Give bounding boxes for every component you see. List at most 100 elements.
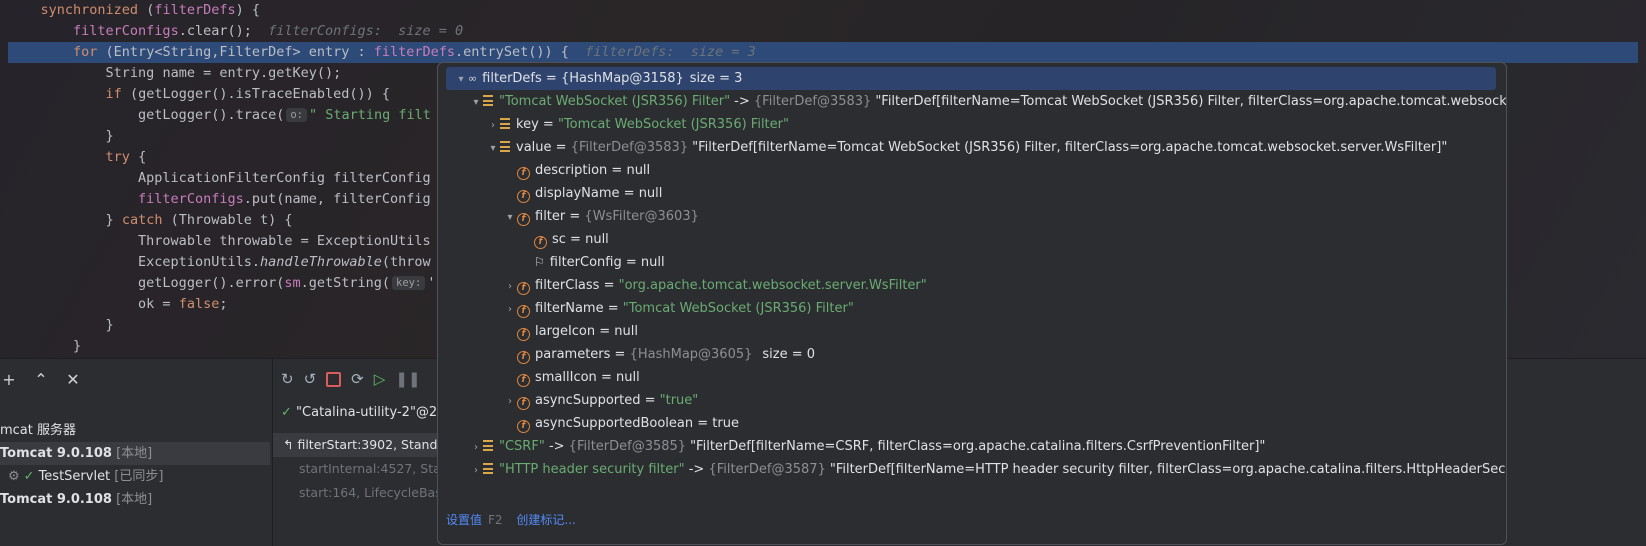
chevron-down-icon[interactable]: ▾ bbox=[486, 137, 500, 160]
collection-size: size = 3 bbox=[689, 71, 743, 86]
variable-node[interactable]: f parameters = {HashMap@3605} size = 0 bbox=[503, 343, 815, 366]
operator: = bbox=[565, 232, 586, 247]
close-icon[interactable]: ✕ bbox=[66, 370, 80, 389]
variable-node[interactable]: f largeIcon = null bbox=[503, 320, 638, 343]
parameter-hint: key: bbox=[392, 276, 426, 290]
variable-node[interactable]: ▾ "Tomcat WebSocket (JSR356) Filter" -> {… bbox=[469, 90, 1506, 114]
service-item[interactable]: mcat 服务器 bbox=[0, 419, 270, 442]
operator: = bbox=[599, 278, 619, 293]
variable-value: "org.apache.tomcat.websocket.server.WsFi… bbox=[618, 278, 927, 293]
resume-icon[interactable]: ▷ bbox=[374, 370, 386, 388]
variable-name: filter bbox=[535, 209, 566, 224]
rerun-icon[interactable]: ↻ bbox=[281, 370, 294, 388]
operator: = bbox=[551, 140, 571, 155]
pause-icon[interactable]: ❚❚ bbox=[395, 370, 420, 388]
variable-name: asyncSupportedBoolean bbox=[535, 416, 694, 431]
code-token: (throw bbox=[381, 254, 431, 270]
code-token: getLogger().error( bbox=[138, 275, 285, 291]
operator: = bbox=[596, 370, 616, 385]
stop-icon[interactable] bbox=[326, 371, 342, 387]
code-token: .entrySet()) { bbox=[455, 44, 586, 60]
variable-node[interactable]: › key = "Tomcat WebSocket (JSR356) Filter… bbox=[486, 113, 789, 136]
service-item[interactable]: Tomcat 9.0.108 [本地] bbox=[0, 488, 270, 511]
map-entry-icon bbox=[500, 118, 510, 129]
flag-icon: ⚐ bbox=[534, 255, 545, 269]
chevron-right-icon[interactable]: › bbox=[503, 275, 517, 298]
variable-name: "Tomcat WebSocket (JSR356) Filter" bbox=[499, 94, 731, 109]
chevron-down-icon[interactable]: ▾ bbox=[503, 206, 517, 229]
code-line: getLogger().trace(o: " Starting filt bbox=[8, 105, 431, 126]
operator: = bbox=[541, 71, 561, 86]
chevron-right-icon[interactable]: › bbox=[486, 114, 500, 137]
chevron-down-icon[interactable]: ▾ bbox=[454, 68, 468, 91]
variable-value: "FilterDef[filterName=HTTP header securi… bbox=[829, 462, 1507, 477]
chevron-right-icon[interactable]: › bbox=[469, 459, 483, 482]
field-icon: f bbox=[517, 374, 530, 387]
operator: = bbox=[693, 416, 713, 431]
variable-node[interactable]: f sc = null bbox=[520, 228, 609, 251]
operator: = bbox=[595, 324, 615, 339]
expand-all-icon[interactable]: ⌃ bbox=[34, 370, 48, 389]
variable-node[interactable]: › f asyncSupported = "true" bbox=[503, 389, 698, 412]
collection-size: size = 0 bbox=[762, 347, 816, 362]
operator: -> bbox=[544, 439, 569, 454]
variable-node[interactable]: › f filterName = "Tomcat WebSocket (JSR356… bbox=[503, 297, 854, 320]
chevron-right-icon[interactable]: › bbox=[503, 390, 517, 413]
code-token: ApplicationFilterConfig filterConfig bbox=[138, 170, 431, 186]
variable-node[interactable]: f displayName = null bbox=[503, 182, 662, 205]
shortcut-hint: F2 bbox=[488, 513, 503, 527]
code-token: .clear(); bbox=[178, 23, 269, 39]
variable-value: "Tomcat WebSocket (JSR356) Filter" bbox=[557, 117, 789, 132]
code-token: getLogger().trace( bbox=[138, 107, 285, 123]
code-line: getLogger().error(sm.getString(key: ' bbox=[8, 273, 435, 294]
set-value-link[interactable]: 设置值 bbox=[446, 513, 482, 527]
variable-node[interactable]: ▾ f filter = {WsFilter@3603} bbox=[503, 205, 703, 228]
variable-node[interactable]: › "HTTP header security filter" -> {Filte… bbox=[469, 458, 1507, 482]
services-tree: mcat 服务器 Tomcat 9.0.108 [本地] ⚙ ✓ TestServlet… bbox=[0, 419, 270, 511]
code-line: ExceptionUtils.handleThrowable(throw bbox=[8, 252, 431, 273]
add-icon[interactable]: + bbox=[2, 370, 16, 389]
chevron-down-icon[interactable]: ▾ bbox=[469, 91, 483, 114]
variable-name: value bbox=[516, 140, 552, 155]
create-marker-link[interactable]: 创建标记... bbox=[516, 513, 575, 527]
code-line: String name = entry.getKey(); bbox=[8, 63, 342, 84]
variable-node[interactable]: f description = null bbox=[503, 159, 650, 182]
reload-icon[interactable]: ⟳ bbox=[351, 370, 364, 388]
restart-icon[interactable]: ↺ bbox=[304, 370, 317, 388]
map-entry-icon bbox=[483, 463, 493, 474]
service-label: TestServlet bbox=[38, 469, 111, 484]
chevron-right-icon[interactable]: › bbox=[469, 436, 483, 459]
code-token: for bbox=[73, 44, 98, 60]
code-line: filterConfigs.clear(); filterConfigs: si… bbox=[8, 21, 463, 42]
service-item[interactable]: ⚙ ✓ TestServlet [已同步] bbox=[0, 465, 270, 488]
code-token: synchronized bbox=[40, 2, 139, 18]
service-status: [本地] bbox=[111, 492, 153, 507]
variable-value: null bbox=[626, 163, 651, 178]
object-reference: {FilterDef@3583} bbox=[570, 140, 689, 155]
code-token: Throwable throwable = ExceptionUtils bbox=[138, 233, 431, 249]
chevron-right-icon[interactable]: › bbox=[503, 298, 517, 321]
variable-node[interactable]: ▾ ∞ filterDefs = {HashMap@3158} size = 3 bbox=[446, 67, 1496, 90]
variable-value: {HashMap@3158} bbox=[560, 71, 684, 86]
variable-name: smallIcon bbox=[535, 370, 597, 385]
variable-node[interactable]: f smallIcon = null bbox=[503, 366, 640, 389]
variable-node[interactable]: ⚐ filterConfig = null bbox=[520, 251, 665, 274]
variable-node[interactable]: f asyncSupportedBoolean = true bbox=[503, 412, 739, 435]
service-item[interactable]: Tomcat 9.0.108 [本地] bbox=[0, 442, 270, 465]
code-token: filterDefs bbox=[154, 2, 236, 18]
variable-node[interactable]: › f filterClass = "org.apache.tomcat.webso… bbox=[503, 274, 927, 297]
variable-node[interactable]: ▾ value = {FilterDef@3583} "FilterDef[filt… bbox=[486, 136, 1447, 159]
variable-node[interactable]: › "CSRF" -> {FilterDef@3585} "FilterDef[fi… bbox=[469, 435, 1265, 458]
operator: -> bbox=[684, 462, 709, 477]
map-entry-icon bbox=[483, 440, 493, 451]
